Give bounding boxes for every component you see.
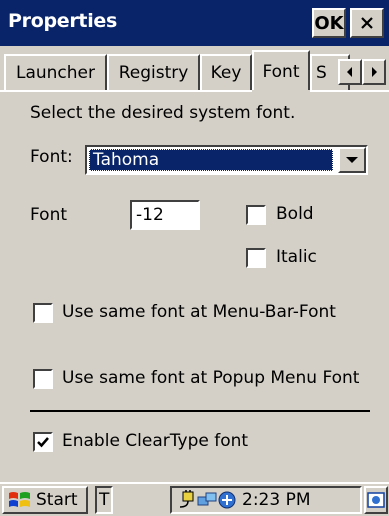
- taskbar: Start T 2:23 PM: [0, 482, 389, 516]
- desktop-icon: [367, 492, 385, 508]
- windows-flag-icon: [9, 492, 30, 507]
- tab-scroll-left-button[interactable]: [338, 59, 362, 85]
- start-button[interactable]: Start: [2, 486, 88, 514]
- popup-font-label: Use same font at Popup Menu Font: [62, 368, 360, 388]
- menubar-font-checkbox[interactable]: [33, 303, 53, 323]
- tab-active-joint: [252, 90, 310, 92]
- cleartype-label: Enable ClearType font: [62, 431, 249, 451]
- checkmark-icon: [37, 437, 49, 448]
- system-tray: 2:23 PM: [170, 486, 362, 514]
- font-size-input[interactable]: -12: [130, 200, 200, 230]
- taskbar-task[interactable]: T: [95, 486, 113, 514]
- italic-label: Italic: [276, 247, 317, 267]
- window-title: Properties: [8, 10, 117, 32]
- title-bar: Properties OK: [0, 0, 389, 46]
- close-icon: [361, 17, 373, 29]
- cleartype-checkbox[interactable]: [33, 432, 53, 452]
- desktop-button[interactable]: [364, 486, 388, 514]
- arrow-right-icon: [372, 67, 377, 77]
- tab-registry[interactable]: Registry: [107, 54, 200, 90]
- bold-checkbox[interactable]: [246, 205, 266, 225]
- bold-label: Bold: [276, 204, 314, 224]
- separator: [30, 410, 370, 412]
- start-label: Start: [36, 490, 78, 510]
- power-plug-icon[interactable]: [176, 489, 198, 511]
- font-select[interactable]: Tahoma: [85, 145, 368, 175]
- font-select-value: Tahoma: [89, 149, 333, 171]
- tab-strip: Launcher Registry Key Font S: [0, 46, 389, 92]
- tab-panel-edge: [0, 90, 389, 92]
- chevron-down-icon: [346, 157, 358, 163]
- popup-font-checkbox[interactable]: [33, 369, 53, 389]
- close-button[interactable]: [350, 8, 384, 38]
- font-dropdown-button[interactable]: [338, 147, 366, 173]
- tab-font[interactable]: Font: [252, 50, 310, 92]
- tab-scroll-right-button[interactable]: [362, 59, 386, 85]
- network-icon[interactable]: [196, 489, 218, 511]
- italic-checkbox[interactable]: [246, 248, 266, 268]
- arrow-left-icon: [347, 67, 352, 77]
- menubar-font-label: Use same font at Menu-Bar-Font: [62, 302, 336, 322]
- font-label: Font:: [30, 147, 73, 167]
- connectivity-icon[interactable]: [216, 489, 238, 511]
- clock[interactable]: 2:23 PM: [242, 490, 311, 510]
- tab-key[interactable]: Key: [200, 54, 252, 90]
- ok-button[interactable]: OK: [312, 8, 346, 38]
- size-label: Font: [30, 205, 68, 225]
- instruction-text: Select the desired system font.: [30, 103, 296, 123]
- tab-launcher[interactable]: Launcher: [4, 54, 107, 90]
